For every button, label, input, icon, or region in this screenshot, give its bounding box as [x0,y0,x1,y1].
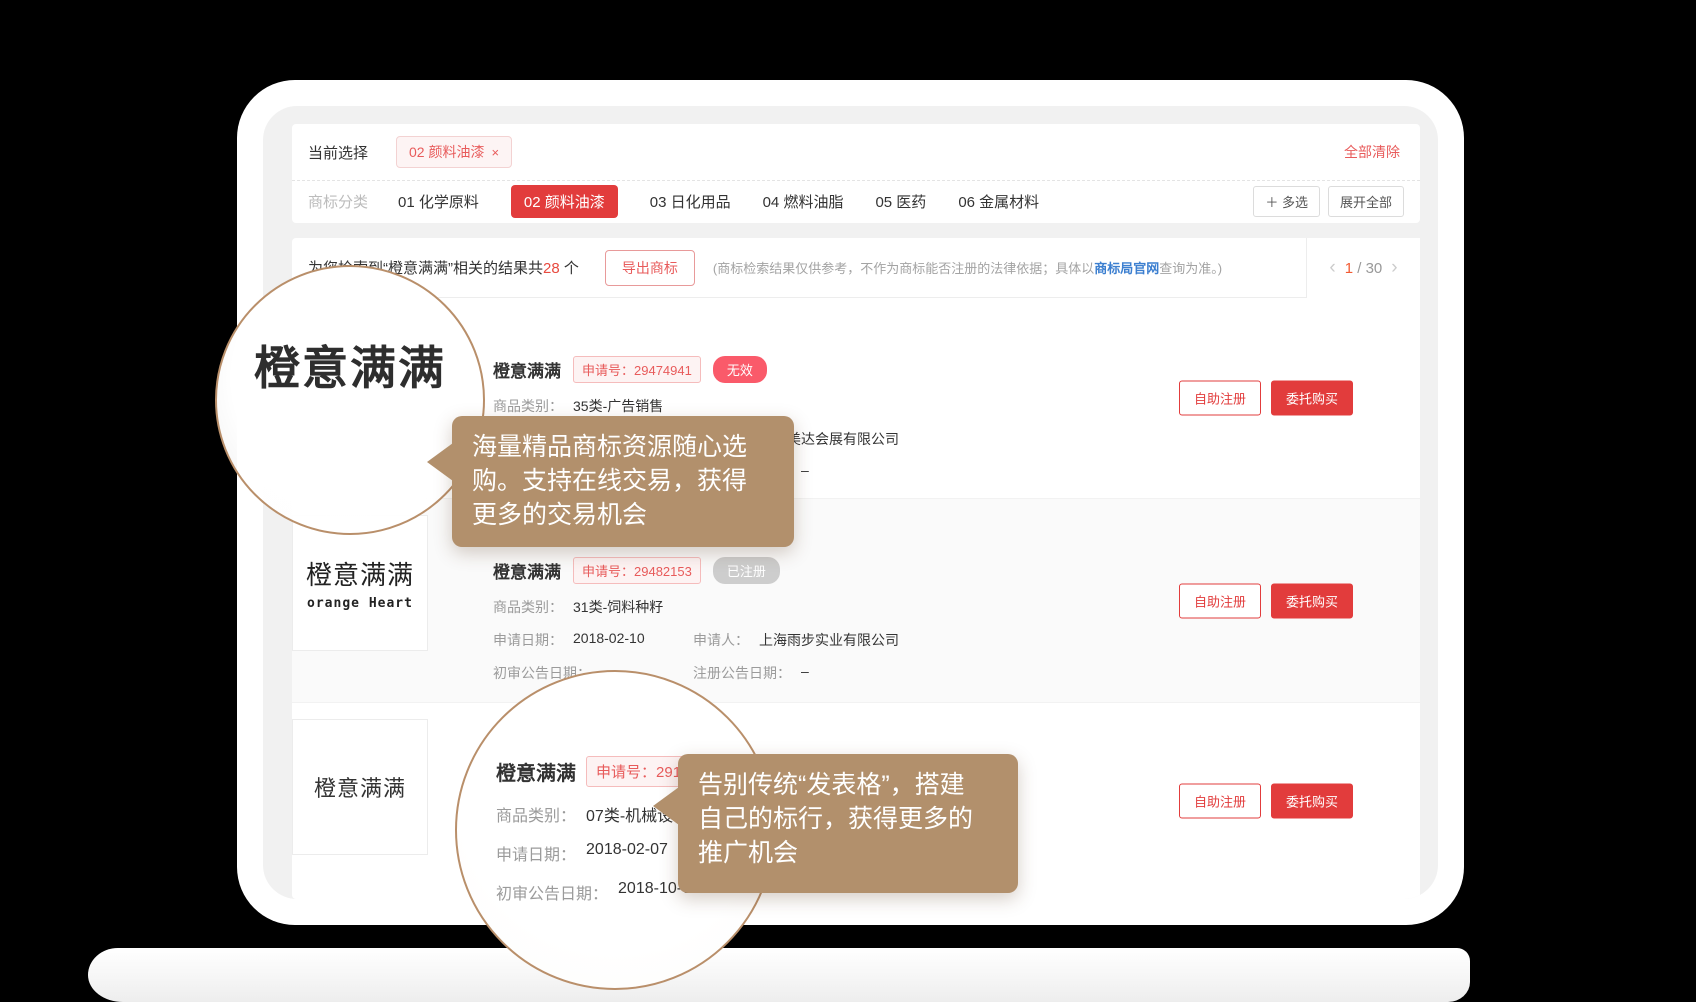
callout-marketplace: 海量精品商标资源随心选 购。支持在线交易，获得 更多的交易机会 [452,416,794,547]
entrust-buy-button[interactable]: 委托购买 [1271,381,1353,416]
results-summary-middle: 相关的结果共 [453,260,543,277]
field-label: 申请日期： [493,630,563,650]
export-trademarks-button[interactable]: 导出商标 [605,250,695,286]
selected-filter-tag[interactable]: 02 颜料油漆 × [396,136,512,168]
field-value: 2018-02-07 [586,841,668,865]
trademark-name: 橙意满满 [493,357,561,382]
status-badge: 无效 [713,356,767,383]
self-register-button[interactable]: 自助注册 [1179,381,1261,416]
self-register-button[interactable]: 自助注册 [1179,784,1261,819]
callout-text-line: 自己的标行，获得更多的 [698,802,998,836]
magnified-trademark-text: 橙意满满 [254,332,446,398]
entrust-buy-button[interactable]: 委托购买 [1271,784,1353,819]
current-page: 1 [1345,260,1353,277]
selected-filter-tag-label: 02 颜料油漆 [409,142,484,162]
field-label: 注册公告日期： [693,663,791,683]
disclaimer-text-end: 查询为准。) [1159,261,1222,276]
trademark-image: 橙意满满 [292,719,428,855]
results-count: 28 [543,260,560,277]
trademark-name: 橙意满满 [493,558,561,583]
field-value: – [801,663,809,683]
category-item-05[interactable]: 05 医药 [875,191,926,212]
field-label: 商品类别： [493,597,563,617]
expand-all-button[interactable]: 展开全部 [1328,186,1404,217]
status-badge: 已注册 [713,557,780,584]
entrust-buy-button[interactable]: 委托购买 [1271,583,1353,618]
field-value: – [801,462,809,482]
field-label: 初审公告日期： [496,880,608,904]
category-row: 商标分类 01 化学原料 02 颜料油漆 03 日化用品 04 燃料油脂 05 … [292,181,1420,222]
results-summary-suffix: 个 [560,260,579,277]
total-pages: 30 [1366,260,1383,277]
page-separator: / [1357,260,1361,277]
multi-select-button[interactable]: ＋ 多选 [1253,186,1320,217]
field-label: 申请人： [693,630,749,650]
field-label: 申请日期： [496,841,576,865]
category-item-04[interactable]: 04 燃料油脂 [763,191,844,212]
field-value: 35类-广告销售 [573,396,663,416]
results-disclaimer: (商标检索结果仅供参考，不作为商标能否注册的法律依据；具体以商标局官网查询为准。… [713,258,1222,277]
callout-text-line: 购。支持在线交易，获得 [472,464,774,498]
callout-text-line: 告别传统“发表格”，搭建 [698,768,998,802]
callout-arrow-left-icon [427,443,453,481]
field-value: 2018-02-10 [573,630,645,650]
pagination: ‹ 1 / 30 › [1306,238,1420,298]
category-item-01[interactable]: 01 化学原料 [398,191,479,212]
trademark-office-link[interactable]: 商标局官网 [1094,261,1159,276]
category-item-06[interactable]: 06 金属材料 [958,191,1039,212]
trademark-image-text: 橙意满满 [314,771,406,803]
next-page-icon[interactable]: › [1391,257,1397,279]
field-label: 商品类别： [496,802,576,826]
category-item-02-selected[interactable]: 02 颜料油漆 [511,185,618,218]
category-row-label: 商标分类 [308,191,368,212]
callout-promotion: 告别传统“发表格”，搭建 自己的标行，获得更多的 推广机会 [678,754,1018,893]
callout-text-line: 海量精品商标资源随心选 [472,430,774,464]
laptop-base [88,948,1470,1002]
application-number-tag: 申请号：29474941 [573,356,701,383]
field-label: 商品类别： [493,396,563,416]
trademark-name: 橙意满满 [496,757,576,786]
current-selection-row: 当前选择 02 颜料油漆 × 全部清除 [292,124,1420,181]
remove-filter-icon[interactable]: × [491,145,499,160]
clear-all-button[interactable]: 全部清除 [1344,142,1400,162]
callout-arrow-left-icon [653,787,679,825]
field-value: 上海雨步实业有限公司 [759,630,899,650]
magnifier-circle-trademark: 橙意满满 [215,265,485,535]
trademark-image-text: 橙意满满 [306,555,414,592]
trademark-image-subtext: orange Heart [307,596,413,611]
disclaimer-text: (商标检索结果仅供参考，不作为商标能否注册的法律依据；具体以 [713,261,1094,276]
self-register-button[interactable]: 自助注册 [1179,583,1261,618]
callout-text-line: 推广机会 [698,836,998,870]
trademark-image: 橙意满满 orange Heart [292,515,428,651]
filter-card: 当前选择 02 颜料油漆 × 全部清除 商标分类 01 化学原料 02 颜料油漆… [292,124,1420,223]
results-header: 为您检索到“橙意满满”相关的结果共28 个 导出商标 (商标检索结果仅供参考，不… [292,238,1420,298]
current-selection-label: 当前选择 [308,142,368,163]
category-item-03[interactable]: 03 日化用品 [650,191,731,212]
application-number-tag: 申请号：29482153 [573,557,701,584]
prev-page-icon[interactable]: ‹ [1329,257,1335,279]
callout-text-line: 更多的交易机会 [472,498,774,532]
field-value: 31类-饲料种籽 [573,597,663,617]
